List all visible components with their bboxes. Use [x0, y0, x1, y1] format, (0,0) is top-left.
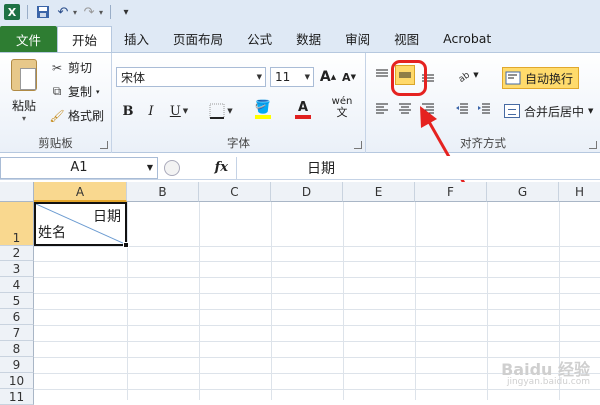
- column-header-g[interactable]: G: [487, 182, 559, 202]
- row-header-6[interactable]: 6: [0, 309, 34, 325]
- row-header-10[interactable]: 10: [0, 373, 34, 389]
- watermark-main: Baidu 经验: [501, 359, 590, 379]
- cell-a1[interactable]: 日期 姓名: [34, 202, 127, 246]
- row-header-5[interactable]: 5: [0, 293, 34, 309]
- grid-line: [34, 309, 600, 310]
- grid-line: [34, 357, 600, 358]
- insert-function-button[interactable]: fx: [215, 160, 228, 175]
- column-header-e[interactable]: E: [343, 182, 415, 202]
- grid-line: [34, 389, 600, 390]
- column-header-h[interactable]: H: [559, 182, 600, 202]
- grid-line: [34, 293, 600, 294]
- column-header-a[interactable]: A: [34, 182, 127, 202]
- row-header-8[interactable]: 8: [0, 341, 34, 357]
- grid-line: [127, 202, 128, 400]
- chevron-down-icon[interactable]: ▼: [147, 163, 153, 172]
- grid-line: [199, 202, 200, 400]
- formula-input[interactable]: 日期: [236, 156, 600, 179]
- row-header-7[interactable]: 7: [0, 325, 34, 341]
- row-header-11[interactable]: 11: [0, 389, 34, 405]
- grid-line: [271, 202, 272, 400]
- name-box[interactable]: A1 ▼: [0, 156, 158, 179]
- column-header-d[interactable]: D: [271, 182, 343, 202]
- fill-handle[interactable]: [123, 242, 129, 248]
- spreadsheet-grid: A B C D E F G H 1 2 3 4 5 6 7 8 9 10 11 …: [0, 182, 600, 405]
- grid-line: [415, 202, 416, 400]
- watermark: Baidu 经验 jingyan.baidu.com: [501, 359, 590, 388]
- grid-line: [34, 277, 600, 278]
- grid-line: [343, 202, 344, 400]
- grid-line: [34, 246, 600, 247]
- column-header-b[interactable]: B: [127, 182, 199, 202]
- row-header-3[interactable]: 3: [0, 261, 34, 277]
- row-header-1[interactable]: 1: [0, 202, 34, 246]
- formula-controls: fx: [158, 157, 236, 179]
- row-header-9[interactable]: 9: [0, 357, 34, 373]
- formula-cancel-icon[interactable]: [164, 159, 180, 176]
- cell-a1-name-text: 姓名: [38, 225, 66, 241]
- row-header-4[interactable]: 4: [0, 277, 34, 293]
- grid-line: [34, 261, 600, 262]
- name-box-value: A1: [70, 160, 88, 175]
- grid-line: [34, 341, 600, 342]
- formula-bar: A1 ▼ fx 日期: [0, 156, 600, 180]
- select-all-corner[interactable]: [0, 182, 34, 202]
- row-header-2[interactable]: 2: [0, 246, 34, 261]
- grid-line: [34, 325, 600, 326]
- grid-line: [487, 202, 488, 400]
- column-header-f[interactable]: F: [415, 182, 487, 202]
- watermark-sub: jingyan.baidu.com: [506, 377, 590, 388]
- cell-a1-date-text: 日期: [93, 209, 121, 225]
- column-header-c[interactable]: C: [199, 182, 271, 202]
